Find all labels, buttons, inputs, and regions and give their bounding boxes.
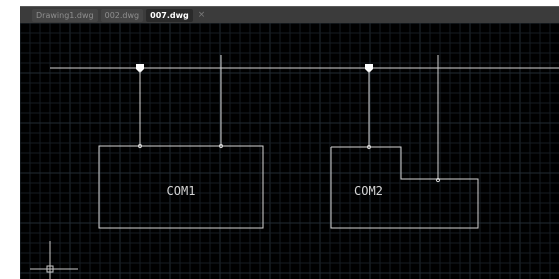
close-tab-icon[interactable]: ×	[198, 10, 206, 21]
tab-002[interactable]: 002.dwg	[100, 8, 144, 22]
file-tab-bar: Drawing1.dwg 002.dwg 007.dwg ×	[20, 6, 559, 23]
tab-drawing1[interactable]: Drawing1.dwg	[32, 8, 98, 22]
com2-label[interactable]: COM2	[354, 184, 383, 198]
drawing-canvas[interactable]: COM1 COM2	[20, 23, 559, 279]
cad-viewport[interactable]: COM1 COM2	[20, 23, 559, 279]
grid	[20, 23, 559, 279]
com1-label[interactable]: COM1	[167, 184, 196, 198]
tab-007[interactable]: 007.dwg	[146, 8, 193, 22]
window-left-margin	[0, 0, 20, 279]
